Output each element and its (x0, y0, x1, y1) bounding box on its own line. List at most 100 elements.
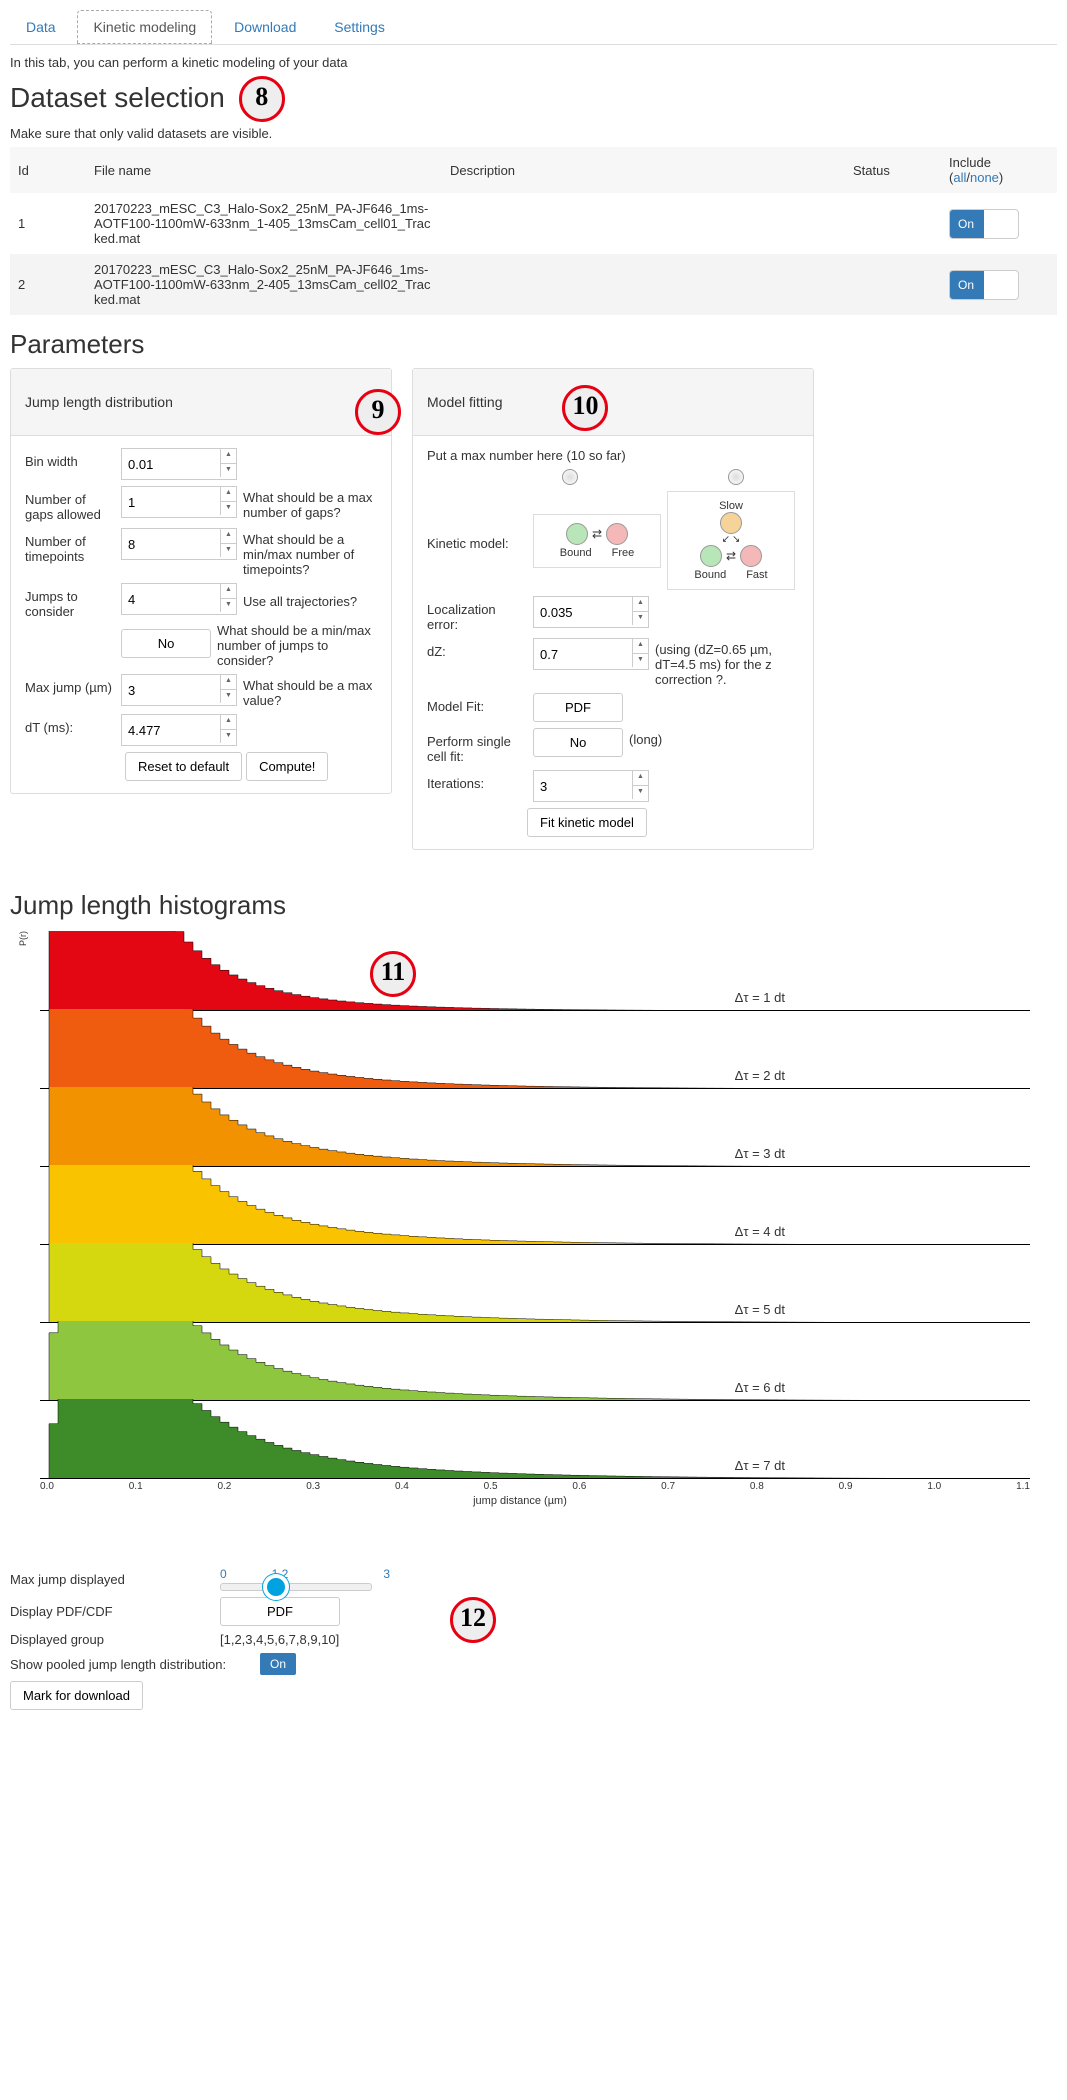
three-state-diagram: Slow ↙↘ ⇄ Bound Fast (667, 491, 795, 590)
spinner-buttons[interactable]: ▲▼ (220, 715, 236, 743)
jump-panel-title: Jump length distribution (25, 394, 173, 410)
pooled-label: Show pooled jump length distribution: (10, 1657, 250, 1672)
model-radio-3state[interactable] (728, 469, 744, 485)
table-row: 1 20170223_mESC_C3_Halo-Sox2_25nM_PA-JF6… (10, 193, 1057, 254)
gaps-hint: What should be a max number of gaps? (243, 486, 377, 520)
ridge-label: Δτ = 4 dt (735, 1224, 785, 1239)
histogram-ridge: Δτ = 5 dt (40, 1243, 1030, 1323)
kinetic-model-label: Kinetic model: (427, 530, 527, 551)
histograms-title: Jump length histograms (10, 890, 1057, 921)
histogram-chart: P(r) 11 Δτ = 1 dtΔτ = 2 dtΔτ = 3 dtΔτ = … (10, 931, 1030, 1517)
spinner-buttons[interactable]: ▲▼ (632, 639, 648, 667)
spinner-buttons[interactable]: ▲▼ (220, 584, 236, 612)
tab-download[interactable]: Download (218, 10, 312, 44)
include-none-link[interactable]: none (970, 170, 999, 185)
tab-data[interactable]: Data (10, 10, 72, 44)
spinner-buttons[interactable]: ▲▼ (220, 487, 236, 515)
callout-10: 10 (562, 385, 608, 431)
ridge-label: Δτ = 5 dt (735, 1302, 785, 1317)
col-status: Status (845, 147, 941, 193)
table-row: 2 20170223_mESC_C3_Halo-Sox2_25nM_PA-JF6… (10, 254, 1057, 315)
callout-9: 9 (355, 389, 401, 435)
jumps-toggle[interactable]: No (121, 629, 211, 658)
col-desc: Description (442, 147, 845, 193)
spinner-buttons[interactable]: ▲▼ (632, 771, 648, 799)
histogram-ridge: Δτ = 1 dt (40, 931, 1030, 1011)
compute-button[interactable]: Compute! (246, 752, 328, 781)
ridge-label: Δτ = 1 dt (735, 990, 785, 1005)
fast-state-icon (740, 545, 762, 567)
timepoints-label: Number of timepoints (25, 528, 115, 564)
x-axis-ticks: 0.00.10.20.30.40.50.60.70.80.91.01.1 (40, 1481, 1030, 1492)
pdf-cdf-toggle[interactable]: PDF (220, 1597, 340, 1626)
histogram-ridge: Δτ = 7 dt (40, 1399, 1030, 1479)
spinner-buttons[interactable]: ▲▼ (220, 675, 236, 703)
model-radio-2state[interactable] (562, 469, 578, 485)
single-cell-label: Perform single cell fit: (427, 728, 527, 764)
col-id: Id (10, 147, 86, 193)
dt-label: dT (ms): (25, 714, 115, 735)
x-axis-label: jump distance (µm) (473, 1495, 567, 1507)
callout-12: 12 (450, 1597, 496, 1643)
single-cell-hint: (long) (629, 728, 799, 747)
fit-kinetic-button[interactable]: Fit kinetic model (527, 808, 647, 837)
model-panel-title: Model fitting (427, 394, 502, 410)
include-toggle[interactable]: On (949, 270, 1019, 300)
histogram-ridge: Δτ = 2 dt (40, 1009, 1030, 1089)
maxjump-label: Max jump (µm) (25, 674, 115, 695)
loc-error-label: Localization error: (427, 596, 527, 632)
col-include: Include (all/none) (941, 147, 1057, 193)
max-jump-displayed-label: Max jump displayed (10, 1572, 210, 1587)
bound-state-icon (566, 523, 588, 545)
col-file: File name (86, 147, 442, 193)
displayed-group-value: [1,2,3,4,5,6,7,8,9,10] (220, 1632, 339, 1647)
spinner-buttons[interactable]: ▲▼ (632, 597, 648, 625)
dataset-subtext: Make sure that only valid datasets are v… (10, 126, 1057, 141)
y-axis-label: P(r) (18, 931, 28, 946)
spinner-buttons[interactable]: ▲▼ (220, 529, 236, 557)
timepoints-hint: What should be a min/max number of timep… (243, 528, 377, 577)
slow-state-icon (720, 512, 742, 534)
intro-text: In this tab, you can perform a kinetic m… (10, 55, 1057, 70)
tab-kinetic-modeling[interactable]: Kinetic modeling (77, 10, 212, 44)
free-state-icon (606, 523, 628, 545)
histogram-controls: 12 Max jump displayed 0 1.2 3 Display PD… (10, 1567, 1057, 1710)
nav-tabs: Data Kinetic modeling Download Settings (10, 10, 1057, 45)
histogram-ridge: Δτ = 3 dt (40, 1087, 1030, 1167)
dataset-table: Id File name Description Status Include … (10, 147, 1057, 315)
two-state-diagram: ⇄ Bound Free (533, 514, 661, 568)
maxjump-hint: What should be a max value? (243, 674, 377, 708)
spinner-buttons[interactable]: ▲▼ (220, 449, 236, 477)
include-toggle[interactable]: On (949, 209, 1019, 239)
jump-length-panel: Jump length distribution 9 Bin width ▲▼ … (10, 368, 392, 794)
jumps-hint2: What should be a min/max number of jumps… (217, 619, 377, 668)
ridge-label: Δτ = 2 dt (735, 1068, 785, 1083)
histogram-ridge: Δτ = 4 dt (40, 1165, 1030, 1245)
bound-state-icon (700, 545, 722, 567)
ridge-label: Δτ = 7 dt (735, 1458, 785, 1473)
include-all-link[interactable]: all (953, 170, 966, 185)
ridge-label: Δτ = 6 dt (735, 1380, 785, 1395)
callout-8: 8 (239, 76, 285, 122)
arrows-icon: ⇄ (592, 527, 602, 541)
parameters-title: Parameters (10, 329, 1057, 360)
dataset-selection-title: Dataset selection (10, 82, 225, 114)
model-fitting-panel: Model fitting 10 Put a max number here (… (412, 368, 814, 850)
reset-button[interactable]: Reset to default (125, 752, 242, 781)
ridge-label: Δτ = 3 dt (735, 1146, 785, 1161)
jumps-hint1: Use all trajectories? (243, 590, 377, 609)
model-fit-toggle[interactable]: PDF (533, 693, 623, 722)
histogram-ridge: Δτ = 6 dt (40, 1321, 1030, 1401)
pdf-cdf-label: Display PDF/CDF (10, 1604, 210, 1619)
iterations-label: Iterations: (427, 770, 527, 791)
bin-width-label: Bin width (25, 448, 115, 469)
mark-download-button[interactable]: Mark for download (10, 1681, 143, 1710)
single-cell-toggle[interactable]: No (533, 728, 623, 757)
dz-hint: (using (dZ=0.65 µm, dT=4.5 ms) for the z… (655, 638, 799, 687)
max-jump-slider[interactable] (220, 1583, 372, 1591)
tab-settings[interactable]: Settings (318, 10, 401, 44)
dz-label: dZ: (427, 638, 527, 659)
model-subtitle: Put a max number here (10 so far) (427, 448, 799, 463)
pooled-toggle[interactable]: On (260, 1653, 296, 1675)
displayed-group-label: Displayed group (10, 1632, 210, 1647)
